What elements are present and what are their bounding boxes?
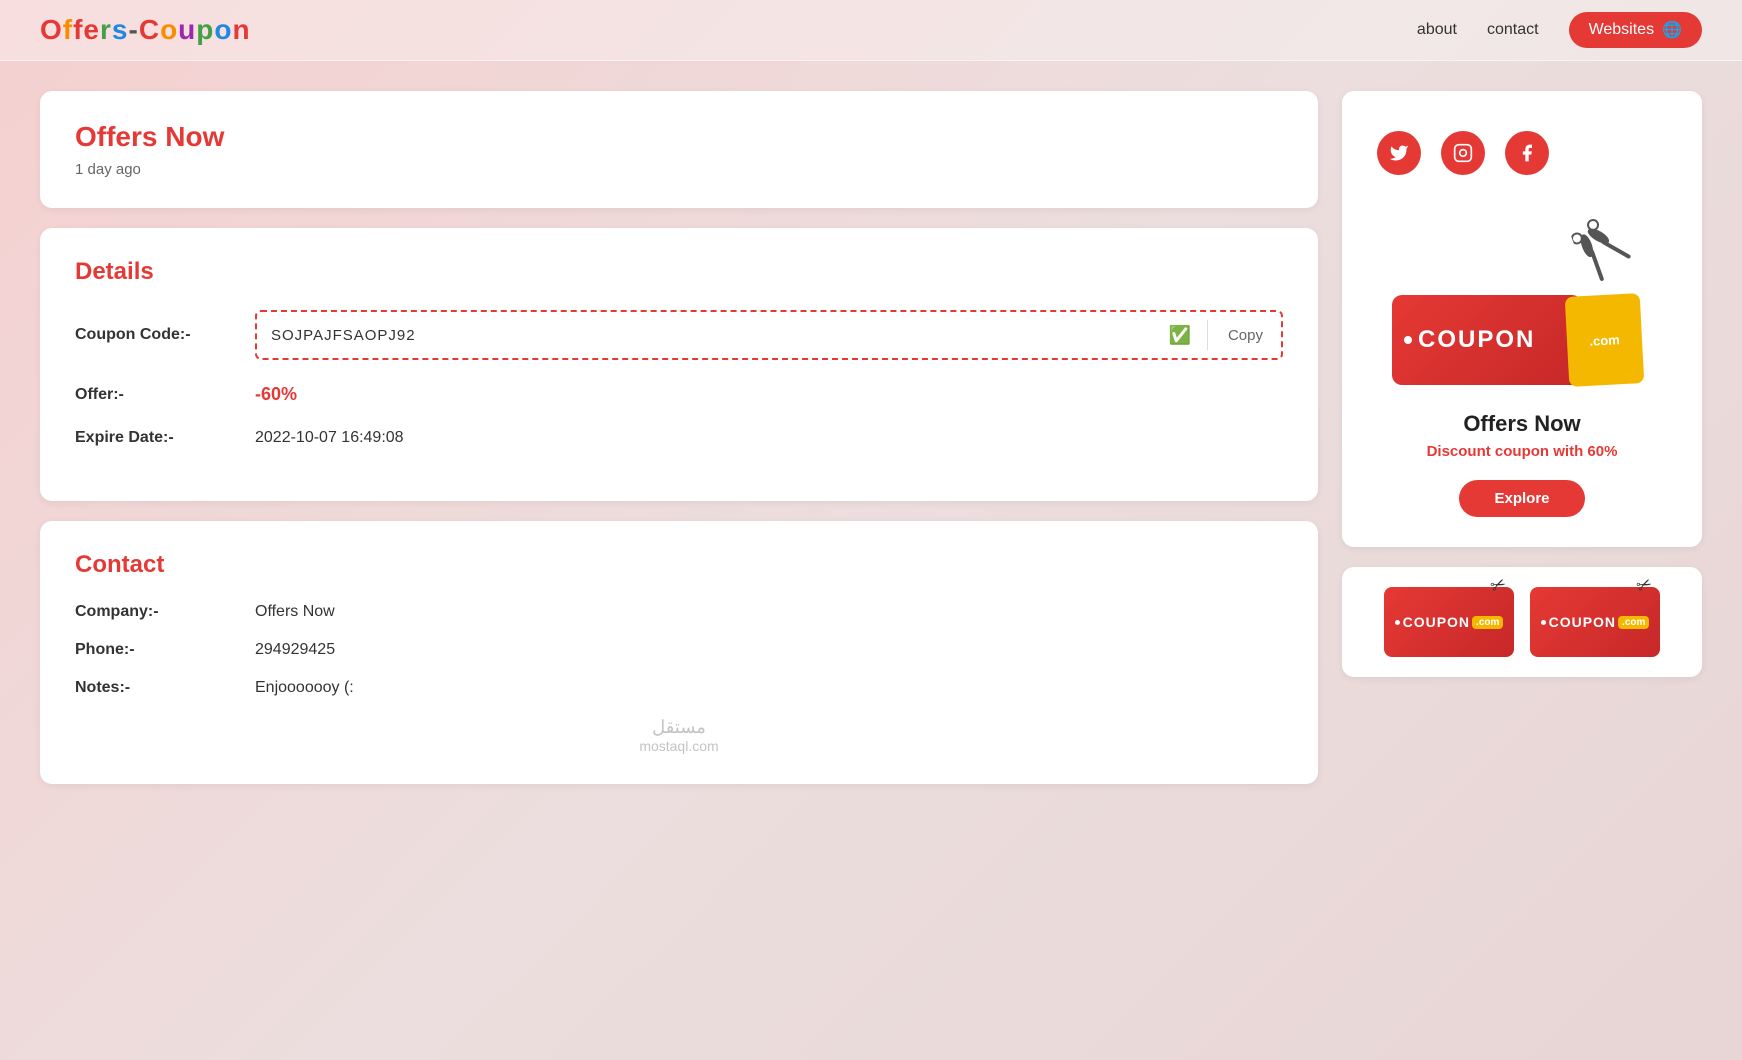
logo: Offers-Coupon <box>40 14 251 46</box>
notes-label: Notes:- <box>75 679 255 697</box>
websites-button[interactable]: Websites 🌐 <box>1569 12 1702 48</box>
contact-title: Contact <box>75 551 1283 579</box>
header: Offers-Coupon about contact Websites 🌐 <box>0 0 1742 61</box>
coupon-bullet <box>1404 336 1412 344</box>
company-row: Company:- Offers Now <box>75 603 1283 621</box>
social-coupon-card: COUPON .com Offers Now Discount coupon w… <box>1342 91 1702 547</box>
company-value: Offers Now <box>255 603 335 621</box>
mini-coupon-text-1: COUPON <box>1403 614 1470 630</box>
mini-bullet-1 <box>1395 620 1400 625</box>
logo-o: O <box>40 14 63 45</box>
coupon-check-icon: ✅ <box>1169 325 1191 346</box>
offer-label: Offer:- <box>75 386 255 404</box>
phone-label: Phone:- <box>75 641 255 659</box>
notes-value: Enjooooooy (: <box>255 679 354 697</box>
mini-dot-com-2: .com <box>1618 616 1649 629</box>
social-icons-row <box>1377 121 1549 185</box>
coupon-code-label: Coupon Code:- <box>75 326 255 344</box>
coupon-logo-text: COUPON <box>1418 326 1535 354</box>
logo-on: o <box>214 14 232 45</box>
watermark-url: mostaql.com <box>75 738 1283 754</box>
mini-dot-com-1: .com <box>1472 616 1503 629</box>
watermark-arabic: مستقل <box>75 717 1283 738</box>
copy-divider <box>1207 320 1208 350</box>
logo-dash: - <box>129 14 139 45</box>
logo-ou: o <box>160 14 178 45</box>
phone-value: 294929425 <box>255 641 335 659</box>
main-nav: about contact Websites 🌐 <box>1417 12 1702 48</box>
mini-bullet-2 <box>1541 620 1546 625</box>
coupon-code-row: Coupon Code:- SOJPAJFSAOPJ92 ✅ Copy <box>75 310 1283 360</box>
promo-title: Offers Now <box>1463 411 1580 437</box>
offers-now-card: Offers Now 1 day ago <box>40 91 1318 208</box>
coupon-tag: .com <box>1565 293 1645 387</box>
logo-s: s <box>112 14 129 45</box>
copy-button[interactable]: Copy <box>1224 327 1267 344</box>
offers-now-title: Offers Now <box>75 121 1283 153</box>
offers-time-ago: 1 day ago <box>75 161 1283 178</box>
mini-coupon-1: ✂ COUPON .com <box>1384 587 1514 657</box>
contact-link[interactable]: contact <box>1487 21 1539 39</box>
mini-coupon-2: ✂ COUPON .com <box>1530 587 1660 657</box>
phone-row: Phone:- 294929425 <box>75 641 1283 659</box>
scissors-icon <box>1568 208 1642 288</box>
bottom-coupons-card: ✂ COUPON .com ✂ COUPON .com <box>1342 567 1702 677</box>
company-label: Company:- <box>75 603 255 621</box>
logo-r: r <box>100 14 112 45</box>
coupon-code-wrapper: SOJPAJFSAOPJ92 ✅ Copy <box>255 310 1283 360</box>
coupon-body: COUPON <box>1392 295 1582 385</box>
right-column: COUPON .com Offers Now Discount coupon w… <box>1342 91 1702 784</box>
expire-label: Expire Date:- <box>75 429 255 447</box>
mini-scissors-2: ✂ <box>1633 573 1656 598</box>
coupon-visual: COUPON .com <box>1392 215 1652 395</box>
logo-c: C <box>139 14 160 45</box>
details-card: Details Coupon Code:- SOJPAJFSAOPJ92 ✅ C… <box>40 228 1318 501</box>
logo-fe: fe <box>73 14 100 45</box>
contact-card: Contact Company:- Offers Now Phone:- 294… <box>40 521 1318 784</box>
main-container: Offers Now 1 day ago Details Coupon Code… <box>0 61 1742 814</box>
facebook-button[interactable] <box>1505 131 1549 175</box>
coupon-code-value: SOJPAJFSAOPJ92 <box>271 327 1159 344</box>
offer-value: -60% <box>255 384 297 405</box>
instagram-button[interactable] <box>1441 131 1485 175</box>
mini-scissors-1: ✂ <box>1487 573 1510 598</box>
twitter-button[interactable] <box>1377 131 1421 175</box>
websites-label: Websites <box>1589 21 1655 39</box>
promo-subtitle: Discount coupon with 60% <box>1427 443 1618 460</box>
expire-row: Expire Date:- 2022-10-07 16:49:08 <box>75 429 1283 447</box>
logo-po: p <box>196 14 214 45</box>
watermark: مستقل mostaql.com <box>75 717 1283 754</box>
mini-coupon-text-2: COUPON <box>1549 614 1616 630</box>
logo-up: u <box>178 14 196 45</box>
explore-button[interactable]: Explore <box>1459 480 1584 517</box>
details-title: Details <box>75 258 1283 286</box>
notes-row: Notes:- Enjooooooy (: <box>75 679 1283 697</box>
offer-row: Offer:- -60% <box>75 384 1283 405</box>
logo-nn: n <box>233 14 251 45</box>
left-column: Offers Now 1 day ago Details Coupon Code… <box>40 91 1318 784</box>
logo-f: f <box>63 14 73 45</box>
expire-value: 2022-10-07 16:49:08 <box>255 429 404 447</box>
about-link[interactable]: about <box>1417 21 1457 39</box>
websites-icon: 🌐 <box>1662 20 1682 40</box>
coupon-dot-com: .com <box>1589 332 1620 349</box>
